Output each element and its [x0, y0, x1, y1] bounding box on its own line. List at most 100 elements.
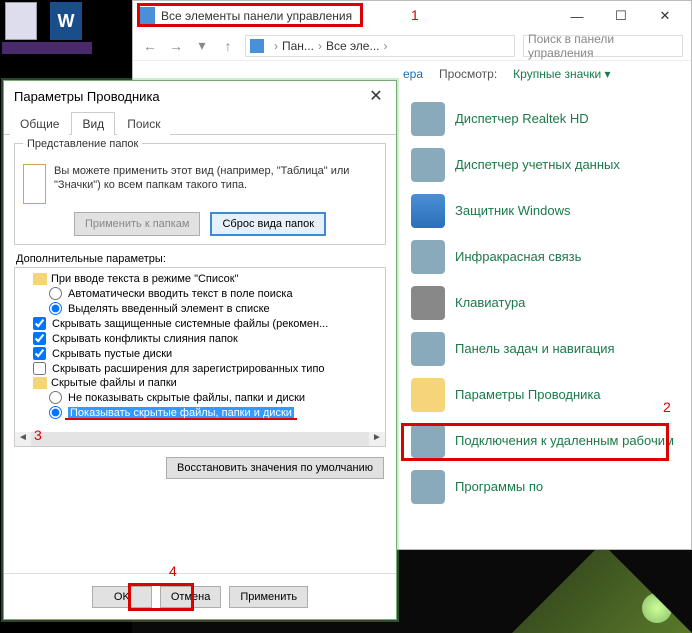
cp-item-infrared[interactable]: Инфракрасная связь	[403, 234, 683, 280]
tree-label: При вводе текста в режиме "Список"	[51, 273, 238, 285]
cp-item-keyboard[interactable]: Клавиатура	[403, 280, 683, 326]
checkbox[interactable]	[33, 332, 46, 345]
apply-button[interactable]: Применить	[229, 586, 308, 608]
cp-item-label: Диспетчер учетных данных	[455, 157, 620, 173]
cp-item-realtek[interactable]: Диспетчер Realtek HD	[403, 96, 683, 142]
annotation-underline-3	[65, 418, 297, 420]
close-icon[interactable]: ✕	[366, 86, 386, 106]
breadcrumb[interactable]: Пан...	[282, 39, 314, 53]
radio[interactable]	[49, 406, 62, 419]
tree-check[interactable]: Скрывать конфликты слияния папок	[17, 331, 383, 346]
tree-label: Автоматически вводить текст в поле поиск…	[68, 288, 293, 300]
folder-icon	[33, 377, 47, 389]
scroll-left-icon[interactable]: ◄	[15, 432, 31, 446]
horizontal-scrollbar[interactable]: ◄ ►	[15, 432, 385, 446]
breadcrumb-sep: ›	[318, 39, 322, 53]
cp-item-label: Клавиатура	[455, 295, 525, 311]
tree-label: Выделять введенный элемент в списке	[68, 303, 270, 315]
minimize-button[interactable]: —	[555, 2, 599, 30]
ok-button[interactable]: OK	[92, 586, 152, 608]
cp-item-programs[interactable]: Программы по	[403, 464, 683, 510]
back-button[interactable]: ←	[141, 37, 159, 55]
address-bar[interactable]: › Пан... › Все эле... ›	[245, 35, 515, 57]
taskbar-icon	[411, 332, 445, 366]
content-header: ера Просмотр: Крупные значки ▾	[393, 61, 692, 87]
tree-label: Скрывать расширения для зарегистрированн…	[52, 363, 325, 375]
advanced-settings-tree[interactable]: При вводе текста в режиме "Список" Автом…	[14, 267, 386, 447]
annotation-number-1: 1	[411, 7, 419, 23]
dialog-title: Параметры Проводника	[14, 89, 160, 104]
folder-icon	[23, 164, 46, 204]
dialog-buttons: OK Отмена Применить	[4, 573, 396, 619]
cp-item-credentials[interactable]: Диспетчер учетных данных	[403, 142, 683, 188]
page-title-partial: ера	[403, 67, 423, 81]
apply-to-folders-button[interactable]: Применить к папкам	[74, 212, 201, 236]
checkbox[interactable]	[33, 317, 46, 330]
tree-check[interactable]: Скрывать защищенные системные файлы (рек…	[17, 316, 383, 331]
tree-check[interactable]: Скрывать пустые диски	[17, 346, 383, 361]
control-panel-items: Диспетчер Realtek HD Диспетчер учетных д…	[403, 96, 683, 510]
window-title: Все элементы панели управления	[161, 9, 555, 23]
search-input[interactable]: Поиск в панели управления	[523, 35, 683, 57]
tree-label: Показывать скрытые файлы, папки и диски	[68, 407, 294, 419]
view-mode-dropdown[interactable]: Крупные значки ▾	[513, 67, 610, 81]
cp-item-explorer-options[interactable]: Параметры Проводника	[403, 372, 683, 418]
cp-item-label: Программы по	[455, 479, 543, 495]
maximize-button[interactable]: ☐	[599, 2, 643, 30]
radio[interactable]	[49, 302, 62, 315]
cp-item-label: Защитник Windows	[455, 203, 570, 219]
tab-general[interactable]: Общие	[10, 113, 69, 135]
cp-item-defender[interactable]: Защитник Windows	[403, 188, 683, 234]
radio[interactable]	[49, 287, 62, 300]
breadcrumb-sep: ›	[384, 39, 388, 53]
programs-icon	[411, 470, 445, 504]
cp-item-remote[interactable]: Подключения к удаленным рабочим	[403, 418, 683, 464]
wallpaper-tent	[512, 543, 692, 633]
checkbox[interactable]	[33, 362, 46, 375]
tree-check[interactable]: Скрывать расширения для зарегистрированн…	[17, 361, 383, 376]
infrared-icon	[411, 240, 445, 274]
cp-item-label: Подключения к удаленным рабочим	[455, 433, 674, 449]
close-button[interactable]: ✕	[643, 2, 687, 30]
chevron-down-icon[interactable]: ▾	[193, 37, 211, 55]
group-title: Представление папок	[23, 138, 142, 150]
tree-folder: При вводе текста в режиме "Список"	[17, 272, 383, 286]
tree-radio[interactable]: Автоматически вводить текст в поле поиск…	[17, 286, 383, 301]
scroll-right-icon[interactable]: ►	[369, 432, 385, 446]
keyboard-icon	[411, 286, 445, 320]
desktop-icon[interactable]	[5, 2, 37, 40]
advanced-settings-label: Дополнительные параметры:	[16, 253, 384, 265]
cp-item-label: Панель задач и навигация	[455, 341, 615, 357]
desktop-icon-label	[2, 42, 92, 54]
scroll-track[interactable]	[31, 432, 369, 446]
realtek-icon	[411, 102, 445, 136]
restore-defaults-button[interactable]: Восстановить значения по умолчанию	[166, 457, 384, 479]
cp-item-label: Инфракрасная связь	[455, 249, 581, 265]
annotation-number-3: 3	[34, 427, 42, 443]
tab-search[interactable]: Поиск	[117, 113, 170, 135]
desktop-icon-word[interactable]	[50, 2, 82, 40]
tree-label: Скрывать конфликты слияния папок	[52, 333, 238, 345]
checkbox[interactable]	[33, 347, 46, 360]
dialog-tabs: Общие Вид Поиск	[4, 111, 396, 135]
view-label: Просмотр:	[439, 67, 497, 81]
tree-folder: Скрытые файлы и папки	[17, 376, 383, 390]
toolbar: ← → ▾ ↑ › Пан... › Все эле... › Поиск в …	[133, 31, 691, 61]
cancel-button[interactable]: Отмена	[160, 586, 221, 608]
reset-folders-button[interactable]: Сброс вида папок	[210, 212, 326, 236]
breadcrumb[interactable]: Все эле...	[326, 39, 380, 53]
radio[interactable]	[49, 391, 62, 404]
tree-radio[interactable]: Выделять введенный элемент в списке	[17, 301, 383, 316]
cp-item-taskbar[interactable]: Панель задач и навигация	[403, 326, 683, 372]
group-text: Вы можете применить этот вид (например, …	[54, 164, 377, 204]
tree-label: Скрывать защищенные системные файлы (рек…	[52, 318, 328, 330]
shield-icon	[411, 194, 445, 228]
folder-options-icon	[411, 378, 445, 412]
control-panel-icon	[137, 7, 155, 25]
tree-radio[interactable]: Не показывать скрытые файлы, папки и дис…	[17, 390, 383, 405]
forward-button[interactable]: →	[167, 37, 185, 55]
credentials-icon	[411, 148, 445, 182]
up-button[interactable]: ↑	[219, 37, 237, 55]
tab-view[interactable]: Вид	[71, 112, 115, 135]
folder-options-dialog: Параметры Проводника ✕ Общие Вид Поиск П…	[3, 80, 397, 620]
